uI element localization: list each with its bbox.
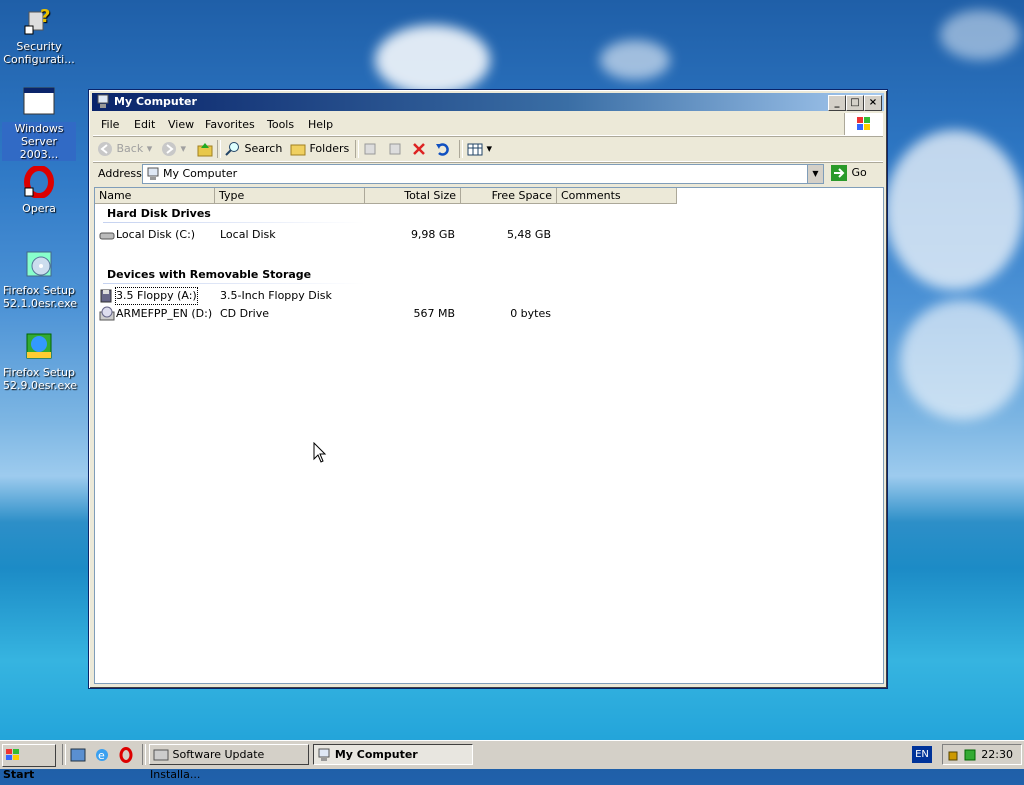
desktop-icon-firefox-setup-2[interactable]: Firefox Setup 52.9.0esr.exe	[2, 330, 78, 392]
internet-explorer-icon[interactable]: e	[94, 747, 110, 763]
list-item[interactable]: ARMEFPP_EN (D:) CD Drive 567 MB 0 bytes	[95, 306, 883, 322]
setup-globe-icon	[23, 330, 55, 362]
address-input[interactable]: My Computer ▼	[142, 164, 824, 184]
setup-cd-icon	[23, 248, 55, 280]
group-header-removable: Devices with Removable Storage	[107, 268, 312, 281]
installer-icon	[153, 749, 169, 761]
opera-quicklaunch-icon[interactable]	[118, 747, 134, 763]
copy-to-icon	[389, 143, 401, 155]
taskbar: Start e Software Update Installa... My C…	[0, 740, 1024, 781]
back-arrow-icon	[98, 142, 112, 156]
delete-x-icon	[413, 143, 425, 155]
computer-icon	[147, 167, 159, 180]
desktop-icon-label: Firefox Setup 52.1.0esr.exe	[3, 284, 78, 310]
security-config-icon: ?	[23, 4, 55, 36]
my-computer-window[interactable]: My Computer _ □ × File Edit View Favorit…	[88, 89, 888, 689]
maximize-button[interactable]: □	[846, 95, 864, 111]
go-arrow-icon	[831, 165, 847, 181]
desktop-icon-firefox-setup-1[interactable]: Firefox Setup 52.1.0esr.exe	[2, 248, 78, 310]
move-to-icon	[364, 143, 376, 155]
delete-button[interactable]	[411, 141, 427, 157]
tray-update-icon[interactable]	[963, 748, 977, 762]
search-button[interactable]: Search	[225, 141, 282, 157]
start-button[interactable]: Start	[2, 744, 56, 781]
file-list-view[interactable]: Name Type Total Size Free Space Comments…	[94, 187, 884, 684]
minimize-button[interactable]: _	[828, 95, 846, 111]
group-header-hard-disks: Hard Disk Drives	[107, 207, 211, 220]
folders-icon	[290, 144, 306, 156]
taskbar-button-my-computer[interactable]: My Computer	[313, 744, 473, 765]
computer-icon	[318, 748, 330, 761]
language-indicator[interactable]: EN	[912, 746, 932, 763]
column-header-type[interactable]: Type	[215, 188, 365, 204]
clock: 22:30	[981, 748, 1013, 761]
list-item[interactable]: Local Disk (C:) Local Disk 9,98 GB 5,48 …	[95, 227, 883, 243]
close-button[interactable]: ×	[864, 95, 882, 111]
standard-toolbar: Back ▾ ▾ Search Folders ▾	[93, 136, 883, 162]
mouse-cursor-icon	[313, 442, 327, 463]
cd-drive-icon	[99, 306, 115, 321]
desktop-icon-label: Firefox Setup 52.9.0esr.exe	[3, 366, 78, 392]
show-desktop-icon[interactable]	[70, 747, 86, 763]
up-folder-icon	[197, 143, 213, 157]
menu-tools[interactable]: Tools	[267, 118, 294, 131]
undo-button[interactable]	[435, 141, 451, 157]
column-header-name[interactable]: Name	[95, 188, 215, 204]
svg-text:e: e	[98, 749, 105, 762]
menu-edit[interactable]: Edit	[134, 118, 155, 131]
title-bar[interactable]: My Computer _ □ ×	[92, 93, 884, 111]
back-button[interactable]: Back ▾	[97, 141, 152, 157]
menu-view[interactable]: View	[168, 118, 194, 131]
computer-icon	[96, 94, 110, 109]
up-folder-button[interactable]	[197, 141, 213, 157]
desktop-icon-label: Windows Server 2003...	[2, 122, 76, 161]
desktop-icon-windows-server[interactable]: Windows Server 2003...	[2, 86, 76, 161]
menu-file[interactable]: File	[101, 118, 119, 131]
address-bar: Address My Computer ▼ Go	[93, 162, 883, 185]
menu-bar: File Edit View Favorites Tools Help	[93, 113, 883, 136]
hard-disk-icon	[99, 232, 115, 240]
undo-icon	[436, 143, 449, 156]
column-header-total-size[interactable]: Total Size	[365, 188, 461, 204]
desktop-icon-label: Opera	[22, 202, 56, 215]
forward-arrow-icon	[162, 142, 176, 156]
system-tray: 22:30	[942, 744, 1022, 765]
desktop-icon-security-config[interactable]: ? Security Configurati...	[2, 4, 76, 66]
windows-logo-icon	[844, 113, 883, 135]
windows-logo-icon	[6, 749, 19, 760]
list-item[interactable]: 3.5 Floppy (A:) 3.5-Inch Floppy Disk	[95, 287, 883, 305]
address-label: Address	[98, 167, 142, 180]
menu-favorites[interactable]: Favorites	[205, 118, 255, 131]
menu-help[interactable]: Help	[308, 118, 333, 131]
address-value: My Computer	[163, 167, 238, 180]
search-icon	[225, 142, 239, 156]
go-button[interactable]: Go	[830, 164, 867, 182]
opera-icon	[23, 165, 55, 199]
window-title: My Computer	[114, 95, 197, 108]
folders-button[interactable]: Folders	[290, 141, 349, 157]
address-dropdown-button[interactable]: ▼	[807, 165, 823, 183]
column-header-comments[interactable]: Comments	[557, 188, 677, 204]
move-to-button[interactable]	[363, 141, 379, 157]
desktop-icon-opera[interactable]: Opera	[2, 165, 76, 215]
tray-network-icon[interactable]	[948, 748, 962, 762]
copy-to-button[interactable]	[387, 141, 403, 157]
taskbar-button-software-update[interactable]: Software Update Installa...	[149, 744, 309, 781]
column-header-free-space[interactable]: Free Space	[461, 188, 557, 204]
windows-window-icon	[23, 86, 55, 118]
svg-text:?: ?	[40, 6, 50, 27]
views-grid-icon	[467, 143, 483, 156]
desktop-icon-label: Security Configurati...	[3, 40, 75, 66]
views-button[interactable]: ▾	[467, 141, 492, 157]
forward-button[interactable]: ▾	[161, 141, 186, 157]
floppy-drive-icon	[100, 289, 112, 303]
